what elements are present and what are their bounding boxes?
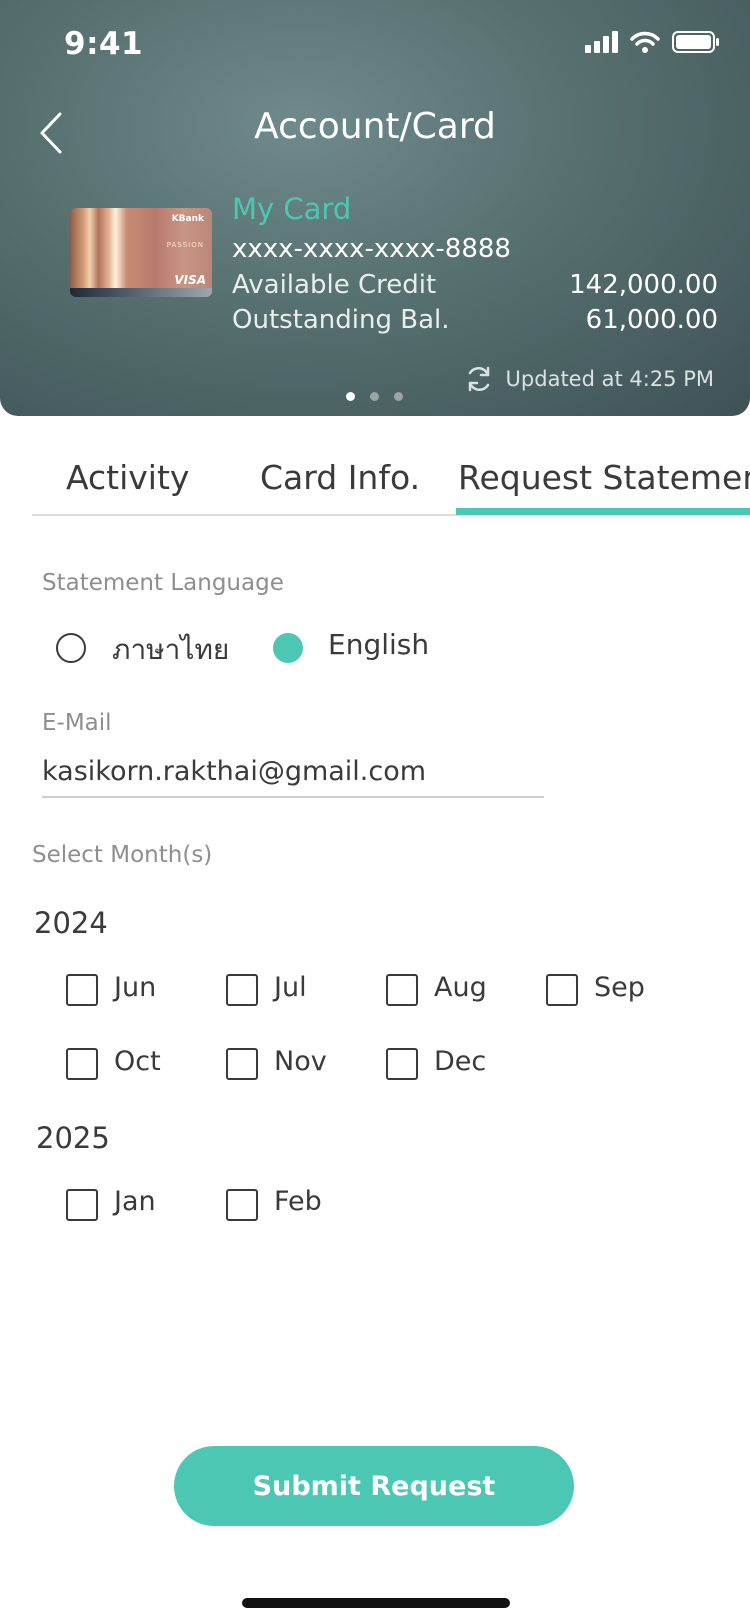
checkbox-feb[interactable] xyxy=(226,1189,258,1221)
battery-icon xyxy=(672,31,719,53)
checkbox-oct-label[interactable]: Oct xyxy=(114,1046,161,1077)
radio-english-label[interactable]: English xyxy=(328,628,429,661)
carousel-dot xyxy=(394,392,403,401)
checkbox-jan[interactable] xyxy=(66,1189,98,1221)
checkbox-nov-label[interactable]: Nov xyxy=(274,1046,327,1077)
card-image[interactable]: KBank PASSION VISA xyxy=(70,208,212,297)
tab-card-info[interactable]: Card Info. xyxy=(260,458,420,497)
home-indicator[interactable] xyxy=(242,1598,510,1608)
status-time: 9:41 xyxy=(64,26,144,62)
checkbox-jun[interactable] xyxy=(66,974,98,1006)
tab-request-statement[interactable]: Request Statement xyxy=(458,458,750,497)
checkbox-sep[interactable] xyxy=(546,974,578,1006)
email-label: E-Mail xyxy=(42,710,112,736)
checkbox-sep-label[interactable]: Sep xyxy=(594,972,645,1003)
select-months-label: Select Month(s) xyxy=(32,842,213,868)
checkbox-jun-label[interactable]: Jun xyxy=(114,972,156,1003)
checkbox-nov[interactable] xyxy=(226,1048,258,1080)
card-name: My Card xyxy=(232,192,352,226)
radio-thai[interactable] xyxy=(56,633,86,663)
carousel-dots xyxy=(346,392,403,401)
card-header: 9:41 Account/Card KBank PASSION VISA My … xyxy=(0,0,750,416)
available-credit-label: Available Credit xyxy=(232,270,437,300)
statement-language-label: Statement Language xyxy=(42,570,284,596)
refresh-icon[interactable] xyxy=(464,364,494,394)
card-number: xxxx-xxxx-xxxx-8888 xyxy=(232,234,511,264)
carousel-dot xyxy=(370,392,379,401)
updated-text: Updated at 4:25 PM xyxy=(505,367,714,391)
tab-bar: Activity Card Info. Request Statement xyxy=(32,448,750,516)
updated-status[interactable]: Updated at 4:25 PM xyxy=(464,364,714,394)
email-field[interactable]: kasikorn.rakthai@gmail.com xyxy=(42,756,426,787)
card-label: PASSION xyxy=(166,241,204,249)
visa-logo: VISA xyxy=(174,273,206,287)
checkbox-jul-label[interactable]: Jul xyxy=(274,972,307,1003)
signal-icon xyxy=(585,31,618,53)
radio-thai-label[interactable]: ภาษาไทย xyxy=(112,628,229,672)
checkbox-feb-label[interactable]: Feb xyxy=(274,1186,322,1217)
status-icons xyxy=(585,30,720,54)
checkbox-dec-label[interactable]: Dec xyxy=(434,1046,486,1077)
checkbox-dec[interactable] xyxy=(386,1048,418,1080)
email-underline xyxy=(42,796,544,798)
radio-english[interactable] xyxy=(273,633,303,663)
checkbox-jan-label[interactable]: Jan xyxy=(114,1186,156,1217)
checkbox-aug[interactable] xyxy=(386,974,418,1006)
wifi-icon xyxy=(630,31,660,53)
available-credit-value: 142,000.00 xyxy=(569,270,718,300)
outstanding-label: Outstanding Bal. xyxy=(232,305,450,335)
checkbox-jul[interactable] xyxy=(226,974,258,1006)
active-tab-indicator xyxy=(456,508,750,515)
outstanding-value: 61,000.00 xyxy=(585,305,718,335)
checkbox-oct[interactable] xyxy=(66,1048,98,1080)
year-label-2025: 2025 xyxy=(36,1121,110,1155)
submit-request-button[interactable]: Submit Request xyxy=(174,1446,574,1526)
checkbox-aug-label[interactable]: Aug xyxy=(434,972,487,1003)
bank-logo: KBank xyxy=(171,214,204,224)
page-title: Account/Card xyxy=(254,106,496,147)
tab-activity[interactable]: Activity xyxy=(66,458,189,497)
card-stripe xyxy=(70,288,212,297)
carousel-dot xyxy=(346,392,355,401)
year-label-2024: 2024 xyxy=(34,906,108,940)
